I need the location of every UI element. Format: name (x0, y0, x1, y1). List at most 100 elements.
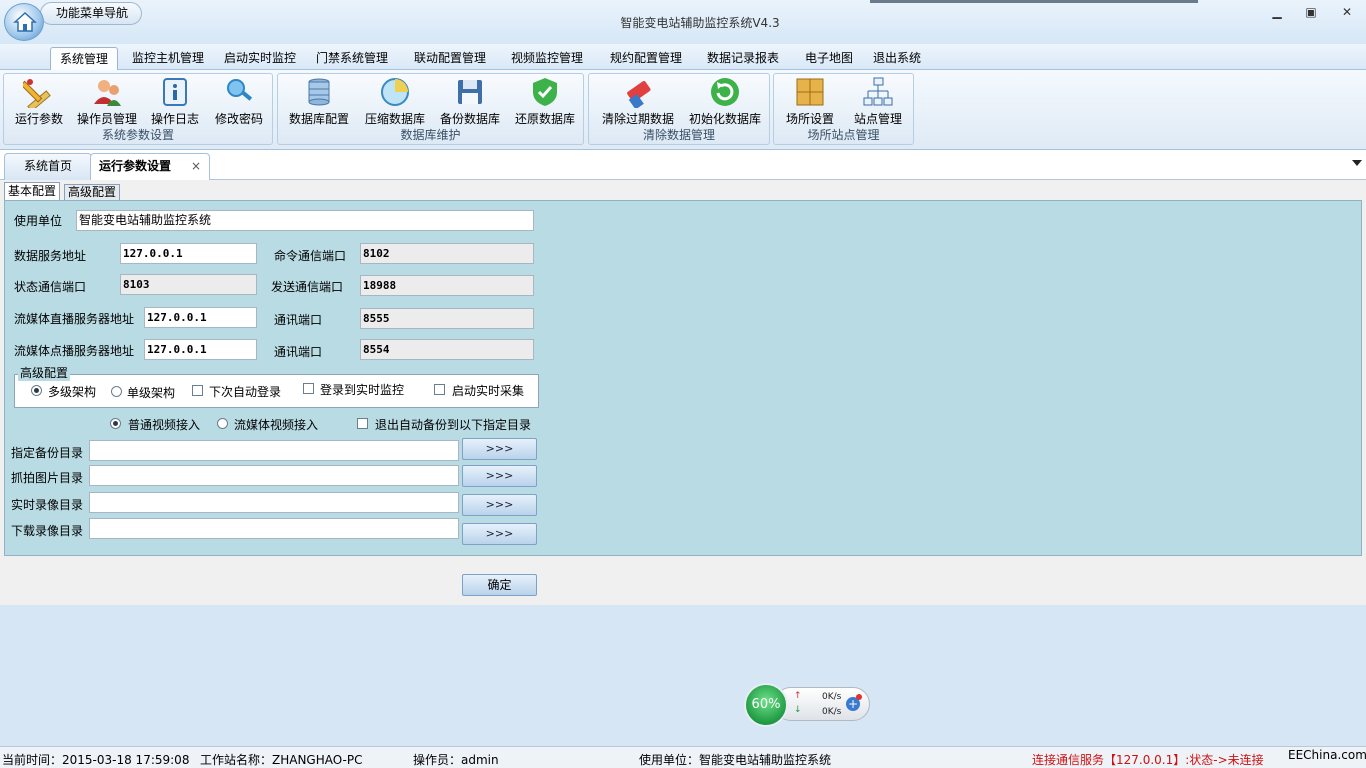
menu-tab-video[interactable]: 视频监控管理 (505, 47, 589, 70)
ribbon-group-label: 清除数据管理 (642, 128, 715, 142)
operation-log-button[interactable]: 操作日志 (146, 76, 204, 128)
status-time: 当前时间：2015-03-18 17:59:08 (2, 753, 190, 767)
site-settings-button[interactable]: 场所设置 (780, 76, 840, 128)
chevron-down-icon[interactable] (1352, 160, 1362, 166)
upload-arrow-icon: ↑ (794, 691, 802, 701)
login-monitor-checkbox[interactable] (303, 383, 314, 394)
run-params-button[interactable]: 运行参数 (10, 76, 68, 128)
status-port-input[interactable]: 8103 (120, 274, 257, 295)
ok-button[interactable]: 确定 (462, 574, 537, 596)
maximize-button[interactable]: ▣ (1301, 4, 1321, 20)
menu-tab-report[interactable]: 数据记录报表 (701, 47, 785, 70)
station-manage-button[interactable]: 站点管理 (848, 76, 908, 128)
normal-video-radio[interactable] (110, 418, 121, 429)
live-server-input[interactable]: 127.0.0.1 (144, 307, 257, 328)
menu-tab-linkage[interactable]: 联动配置管理 (408, 47, 492, 70)
record-dir-input[interactable] (89, 492, 459, 513)
init-db-label: 初始化数据库 (688, 112, 761, 126)
status-unit: 使用单位：智能变电站辅助监控系统 (639, 753, 832, 767)
menu-tab-map[interactable]: 电子地图 (798, 47, 860, 70)
stream-video-radio[interactable] (217, 418, 228, 429)
single-arch-radio[interactable] (111, 386, 122, 397)
send-port-label: 发送通信端口 (271, 280, 344, 294)
backup-db-button[interactable]: 备份数据库 (435, 76, 505, 128)
menu-tab-host[interactable]: 监控主机管理 (126, 47, 210, 70)
backup-dir-label: 指定备份目录 (11, 446, 84, 460)
clear-expired-label: 清除过期数据 (601, 112, 674, 126)
title-bar: 功能菜单导航 智能变电站辅助监控系统V4.3 ▁ ▣ ✕ (0, 0, 1366, 44)
snapshot-dir-browse-button[interactable]: >>> (462, 465, 537, 487)
memory-usage-gauge: 60% (744, 683, 788, 727)
pie-chart-icon (381, 78, 409, 106)
tab-home[interactable]: 系统首页 (4, 153, 92, 180)
ribbon-group-clear-data: 清除过期数据 初始化数据库 清除数据管理 (588, 73, 770, 145)
operation-log-label: 操作日志 (150, 112, 199, 126)
auto-login-label: 下次自动登录 (209, 385, 282, 399)
net-speed-widget[interactable]: 60% ↑ ↓ 0K/s 0K/s + (744, 683, 870, 727)
menu-nav-button[interactable]: 功能菜单导航 (40, 2, 142, 25)
download-dir-input[interactable] (89, 518, 459, 539)
users-icon (94, 80, 121, 106)
backup-dir-input[interactable] (89, 440, 459, 461)
record-dir-browse-button[interactable]: >>> (462, 494, 537, 516)
status-bar: 当前时间：2015-03-18 17:59:08 工作站名称：ZHANGHAO-… (0, 746, 1366, 768)
cmd-port-label: 命令通信端口 (274, 249, 347, 263)
info-icon (163, 78, 187, 106)
download-arrow-icon: ↓ (794, 705, 802, 715)
compress-db-button[interactable]: 压缩数据库 (360, 76, 430, 128)
multi-arch-radio[interactable] (31, 385, 42, 396)
site-grid-icon (796, 78, 824, 106)
advanced-groupbox-title: 高级配置 (18, 364, 71, 381)
menu-tab-exit[interactable]: 退出系统 (868, 47, 926, 70)
pencil-ruler-icon (23, 79, 51, 108)
close-tab-icon[interactable]: × (191, 154, 201, 179)
stream-video-label: 流媒体视频接入 (234, 418, 319, 432)
status-connection: 连接通信服务【127.0.0.1】:状态->未连接 (1032, 753, 1264, 767)
db-config-button[interactable]: 数据库配置 (284, 76, 354, 128)
restore-db-button[interactable]: 还原数据库 (510, 76, 580, 128)
download-dir-browse-button[interactable]: >>> (462, 523, 537, 545)
home-logo-icon[interactable] (4, 3, 44, 41)
init-db-button[interactable]: 初始化数据库 (685, 76, 765, 128)
download-speed: 0K/s (822, 707, 842, 717)
refresh-icon (711, 78, 739, 106)
start-collect-checkbox[interactable] (434, 384, 445, 395)
app-title: 智能变电站辅助监控系统V4.3 (620, 16, 780, 30)
snapshot-dir-input[interactable] (89, 465, 459, 486)
cmd-port-input[interactable]: 8102 (360, 243, 534, 264)
auto-login-checkbox[interactable] (192, 385, 203, 396)
menu-tab-protocol[interactable]: 规约配置管理 (604, 47, 688, 70)
operator-manage-button[interactable]: 操作员管理 (74, 76, 140, 128)
download-dir-label: 下载录像目录 (11, 524, 84, 538)
live-server-label: 流媒体直播服务器地址 (14, 312, 135, 326)
vod-port-input[interactable]: 8554 (360, 339, 534, 360)
tab-basic-config[interactable]: 基本配置 (4, 182, 61, 201)
multi-arch-label: 多级架构 (48, 385, 97, 399)
exit-backup-label: 退出自动备份到以下指定目录 (375, 418, 532, 432)
exit-backup-checkbox[interactable] (357, 418, 368, 429)
clear-expired-button[interactable]: 清除过期数据 (595, 76, 681, 128)
tab-advanced-config[interactable]: 高级配置 (64, 184, 121, 201)
title-strip (870, 0, 1198, 3)
menu-tab-system[interactable]: 系统管理 (50, 47, 118, 70)
unit-input[interactable]: 智能变电站辅助监控系统 (76, 210, 534, 231)
menu-tab-realtime[interactable]: 启动实时监控 (218, 47, 302, 70)
menu-tab-access[interactable]: 门禁系统管理 (310, 47, 394, 70)
change-password-button[interactable]: 修改密码 (210, 76, 268, 128)
unit-label: 使用单位 (14, 214, 63, 228)
normal-video-label: 普通视频接入 (128, 418, 201, 432)
send-port-input[interactable]: 18988 (360, 275, 534, 296)
snapshot-dir-label: 抓拍图片目录 (11, 471, 84, 485)
main-menu-bar: 系统管理 监控主机管理 启动实时监控 门禁系统管理 联动配置管理 视频监控管理 … (0, 44, 1366, 70)
operator-manage-label: 操作员管理 (76, 112, 137, 126)
backup-db-label: 备份数据库 (439, 112, 500, 126)
shield-check-icon (533, 78, 557, 106)
minimize-button[interactable]: ▁ (1267, 4, 1287, 20)
live-port-input[interactable]: 8555 (360, 308, 534, 329)
data-server-label: 数据服务地址 (14, 249, 87, 263)
close-button[interactable]: ✕ (1337, 4, 1357, 20)
tab-run-params[interactable]: 运行参数设置 × (90, 153, 210, 181)
data-server-input[interactable]: 127.0.0.1 (120, 243, 257, 264)
backup-dir-browse-button[interactable]: >>> (462, 438, 537, 460)
vod-server-input[interactable]: 127.0.0.1 (144, 339, 257, 360)
